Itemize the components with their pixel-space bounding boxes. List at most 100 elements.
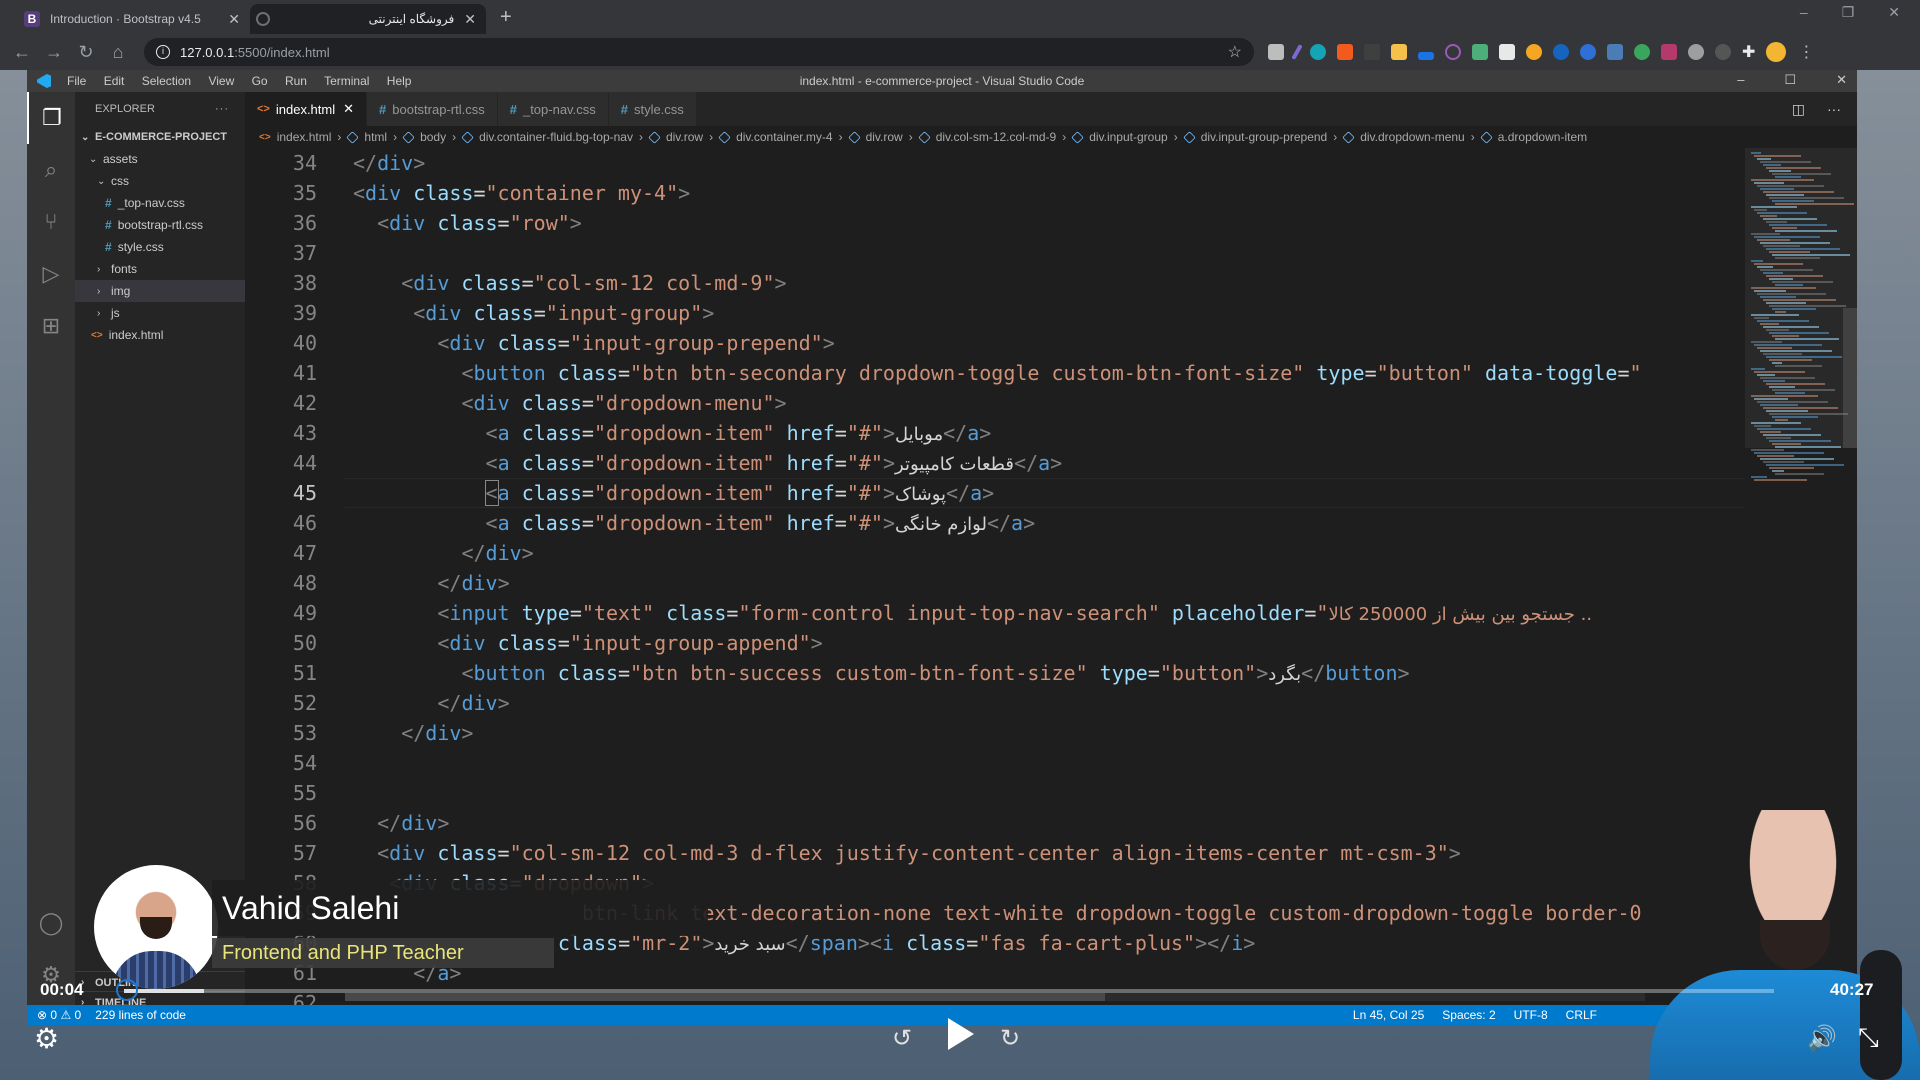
extension-icon[interactable] bbox=[1418, 52, 1434, 60]
run-debug-icon[interactable]: ▷ bbox=[27, 248, 75, 300]
code-line[interactable]: 42 <div class="dropdown-menu"> bbox=[245, 388, 1745, 418]
code-line[interactable]: 49 <input type="text" class="form-control… bbox=[245, 598, 1745, 628]
browser-tab-bootstrap[interactable]: B Introduction · Bootstrap v4.5 ✕ bbox=[14, 4, 250, 34]
menu-run[interactable]: Run bbox=[285, 74, 307, 88]
code-line[interactable]: 40 <div class="input-group-prepend"> bbox=[245, 328, 1745, 358]
tree-item-bootstrap-rtl-css[interactable]: # bootstrap-rtl.css bbox=[75, 214, 245, 236]
rewind-icon[interactable]: ↺ bbox=[892, 1024, 912, 1053]
explorer-files-icon[interactable]: ❐ bbox=[27, 92, 75, 144]
breadcrumb-item[interactable]: › div.input-group bbox=[1056, 130, 1168, 144]
close-tab-icon[interactable]: ✕ bbox=[228, 11, 240, 28]
maximize-button[interactable]: ☐ bbox=[1784, 72, 1796, 88]
tree-item-style-css[interactable]: # style.css bbox=[75, 236, 245, 258]
extension-icon[interactable] bbox=[1337, 44, 1353, 60]
tree-item-css[interactable]: ⌄ css bbox=[75, 170, 245, 192]
code-line[interactable]: 36 <div class="row"> bbox=[245, 208, 1745, 238]
minimap-slider[interactable] bbox=[1745, 148, 1857, 448]
split-editor-icon[interactable]: ◫ bbox=[1792, 101, 1805, 118]
code-line[interactable]: 35 <div class="container my-4"> bbox=[245, 178, 1745, 208]
breadcrumb-item[interactable]: › div.container.my-4 bbox=[703, 130, 833, 144]
extension-icon[interactable] bbox=[1499, 44, 1515, 60]
tree-item-index-html[interactable]: <> index.html bbox=[75, 324, 245, 346]
extension-icon[interactable] bbox=[1553, 44, 1569, 60]
gear-icon[interactable]: ⚙ bbox=[34, 1022, 59, 1055]
tab-bootstrap-rtl-css[interactable]: # bootstrap-rtl.css bbox=[367, 92, 498, 126]
scrollbar-thumb[interactable] bbox=[1843, 308, 1857, 448]
tree-item-assets[interactable]: ⌄ assets bbox=[75, 148, 245, 170]
extension-icon[interactable] bbox=[1310, 44, 1326, 60]
extension-icon[interactable] bbox=[1688, 44, 1704, 60]
tab-top-nav-css[interactable]: # _top-nav.css bbox=[497, 92, 609, 126]
search-icon[interactable]: ⌕ bbox=[27, 144, 75, 196]
bookmark-star-icon[interactable]: ☆ bbox=[1228, 42, 1242, 62]
extension-icon[interactable] bbox=[1526, 44, 1542, 60]
code-line[interactable]: 47 </div> bbox=[245, 538, 1745, 568]
extension-icon[interactable] bbox=[1391, 44, 1407, 60]
close-window-button[interactable]: ✕ bbox=[1836, 72, 1847, 88]
cursor-position[interactable]: Ln 45, Col 25 bbox=[1353, 1008, 1424, 1022]
breadcrumb-item[interactable]: › div.input-group-prepend bbox=[1168, 130, 1328, 144]
code-line[interactable]: 48 </div> bbox=[245, 568, 1745, 598]
fast-forward-icon[interactable]: ↻ bbox=[1000, 1024, 1020, 1053]
menu-file[interactable]: File bbox=[67, 74, 86, 88]
tree-item-img[interactable]: › img bbox=[75, 280, 245, 302]
new-tab-button[interactable]: + bbox=[500, 6, 512, 29]
code-line[interactable]: 37 bbox=[245, 238, 1745, 268]
address-bar[interactable]: i 127.0.0.1 :5500/index.html ☆ bbox=[144, 38, 1254, 66]
horizontal-scrollbar[interactable] bbox=[345, 993, 1645, 1001]
extension-icon[interactable] bbox=[1715, 44, 1731, 60]
code-line[interactable]: 46 <a class="dropdown-item" href="#">لواز… bbox=[245, 508, 1745, 538]
code-line[interactable]: 43 <a class="dropdown-item" href="#">موبا… bbox=[245, 418, 1745, 448]
code-line[interactable]: 52 </div> bbox=[245, 688, 1745, 718]
close-window-button[interactable]: ✕ bbox=[1888, 4, 1900, 21]
extension-icon[interactable] bbox=[1607, 44, 1623, 60]
code-line[interactable]: 53 </div> bbox=[245, 718, 1745, 748]
avatar[interactable] bbox=[1766, 42, 1787, 62]
home-icon[interactable]: ⌂ bbox=[102, 42, 134, 63]
minimize-button[interactable]: – bbox=[1800, 4, 1808, 21]
code-line[interactable]: 51 <button class="btn btn-success custom-… bbox=[245, 658, 1745, 688]
minimize-button[interactable]: – bbox=[1737, 72, 1744, 88]
line-endings[interactable]: CRLF bbox=[1566, 1008, 1597, 1022]
extension-icon[interactable] bbox=[1445, 44, 1461, 60]
reload-icon[interactable]: ↻ bbox=[70, 42, 102, 63]
code-line[interactable]: 44 <a class="dropdown-item" href="#">قطعا… bbox=[245, 448, 1745, 478]
extension-icon[interactable] bbox=[1268, 44, 1284, 60]
back-icon[interactable]: ← bbox=[6, 42, 38, 63]
close-tab-icon[interactable]: ✕ bbox=[343, 101, 354, 117]
tree-item-top-nav-css[interactable]: # _top-nav.css bbox=[75, 192, 245, 214]
tree-item-js[interactable]: › js bbox=[75, 302, 245, 324]
tab-style-css[interactable]: # style.css bbox=[608, 92, 697, 126]
extension-icon[interactable] bbox=[1364, 44, 1380, 60]
indentation[interactable]: Spaces: 2 bbox=[1442, 1008, 1495, 1022]
breadcrumb-item[interactable]: <> index.html bbox=[259, 130, 331, 144]
browser-tab-shop[interactable]: فروشگاه اینترنتی ✕ bbox=[250, 4, 486, 34]
breadcrumb-item[interactable]: › html bbox=[331, 130, 387, 144]
extension-icon[interactable] bbox=[1580, 44, 1596, 60]
breadcrumb-item[interactable]: › body bbox=[387, 130, 446, 144]
code-line[interactable]: 56 </div> bbox=[245, 808, 1745, 838]
menu-kebab-icon[interactable]: ⋮ bbox=[1798, 42, 1814, 62]
puzzle-icon[interactable]: ✚ bbox=[1742, 42, 1755, 62]
breadcrumb-item[interactable]: › div.row bbox=[833, 130, 903, 144]
project-root[interactable]: ⌄ E-COMMERCE-PROJECT bbox=[75, 126, 245, 148]
forward-icon[interactable]: → bbox=[38, 42, 70, 63]
breadcrumb-item[interactable]: › a.dropdown-item bbox=[1465, 130, 1587, 144]
breadcrumb-item[interactable]: › div.container-fluid.bg-top-nav bbox=[446, 130, 633, 144]
breadcrumb-item[interactable]: › div.col-sm-12.col-md-9 bbox=[903, 130, 1056, 144]
video-progress-bar[interactable] bbox=[116, 979, 1774, 1001]
problems-indicator[interactable]: ⊗ 0 ⚠ 0 bbox=[37, 1008, 81, 1022]
breadcrumb-item[interactable]: › div.dropdown-menu bbox=[1327, 130, 1465, 144]
extensions-icon[interactable]: ⊞ bbox=[27, 300, 75, 352]
tab-index-html[interactable]: <> index.html ✕ bbox=[245, 92, 368, 126]
code-line[interactable]: 57 <div class="col-sm-12 col-md-3 d-flex … bbox=[245, 838, 1745, 868]
code-line[interactable]: 54 bbox=[245, 748, 1745, 778]
code-line[interactable]: 55 bbox=[245, 778, 1745, 808]
code-line[interactable]: 45 <a class="dropdown-item" href="#">پوشا… bbox=[245, 478, 1745, 508]
tree-item-fonts[interactable]: › fonts bbox=[75, 258, 245, 280]
code-line[interactable]: 39 <div class="input-group"> bbox=[245, 298, 1745, 328]
play-icon[interactable] bbox=[948, 1018, 974, 1050]
exit-fullscreen-icon[interactable]: ⤡ bbox=[1858, 1022, 1879, 1054]
menu-selection[interactable]: Selection bbox=[142, 74, 191, 88]
more-actions-icon[interactable]: ··· bbox=[1827, 101, 1841, 117]
